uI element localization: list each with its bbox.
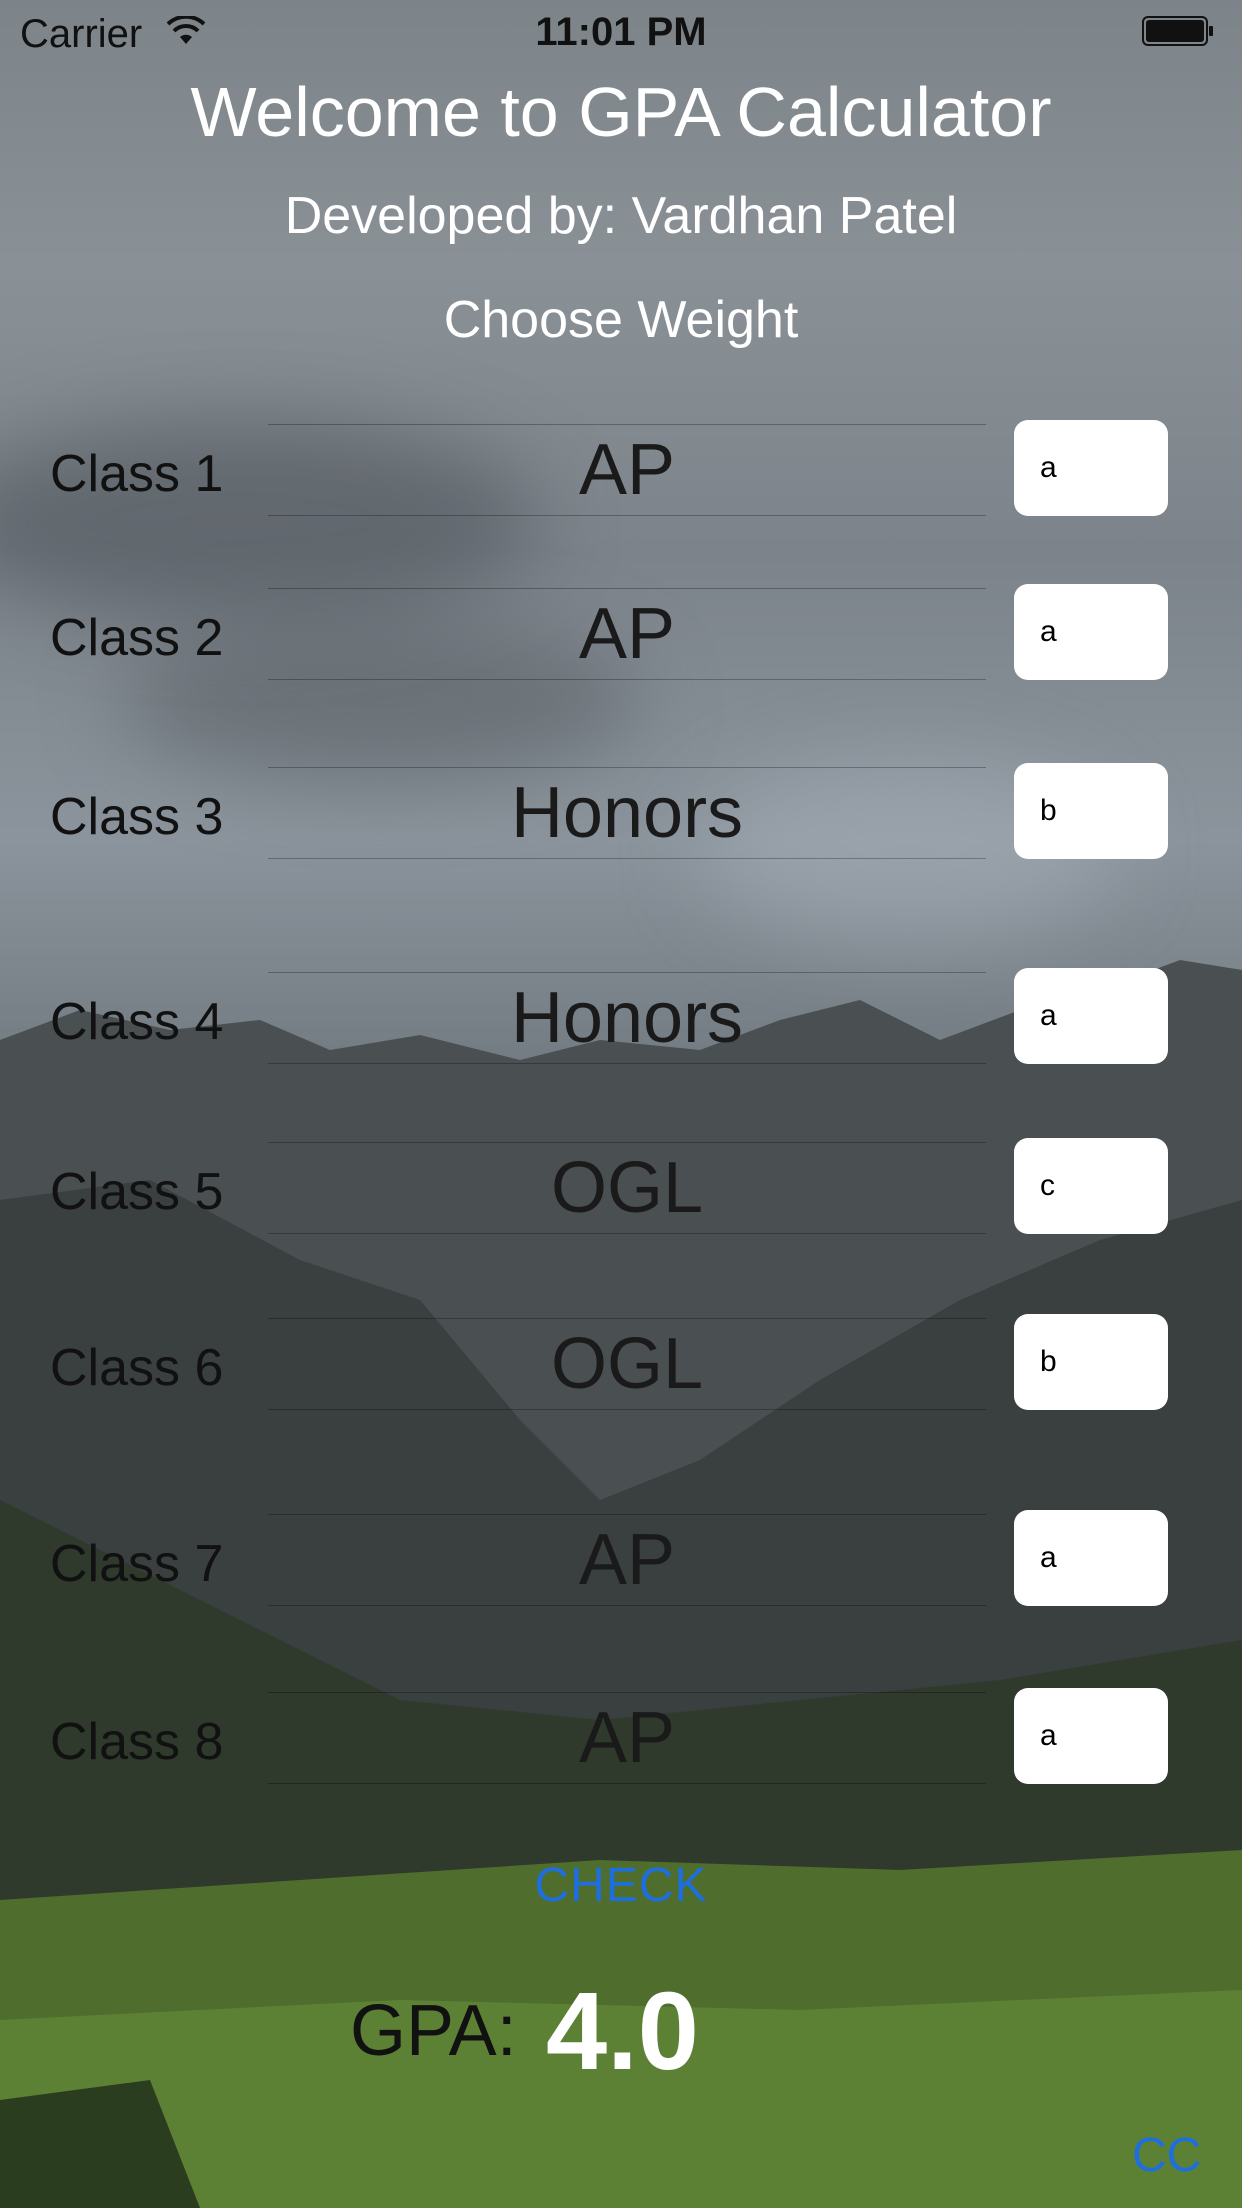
grade-value: c (1040, 1169, 1055, 1202)
status-time: 11:01 PM (535, 10, 707, 54)
weight-picker[interactable]: Honors (268, 767, 986, 859)
class-row-2: Class 2 AP a (0, 584, 1242, 688)
developer-credit: Developed by: Vardhan Patel (284, 187, 958, 245)
class-label: Class 2 (50, 609, 224, 667)
grade-input[interactable]: a (1014, 420, 1168, 516)
cc-button[interactable]: CC (1132, 2128, 1201, 2183)
weight-value: AP (578, 430, 676, 510)
grade-value: a (1040, 451, 1057, 484)
grade-input[interactable]: a (1014, 1510, 1168, 1606)
grade-input[interactable]: a (1014, 968, 1168, 1064)
weight-value: Honors (510, 773, 744, 853)
gpa-label: GPA: (350, 1991, 517, 2071)
grade-value: a (1040, 1719, 1057, 1752)
class-label: Class 6 (50, 1339, 224, 1397)
class-label: Class 5 (50, 1163, 224, 1221)
weight-picker[interactable]: OGL (268, 1318, 986, 1410)
class-row-5: Class 5 OGL c (0, 1138, 1242, 1242)
status-bar: Carrier 11:01 PM (0, 0, 1242, 66)
weight-picker[interactable]: OGL (268, 1142, 986, 1234)
class-label: Class 3 (50, 788, 224, 846)
app-title: Welcome to GPA Calculator (190, 73, 1052, 151)
class-label: Class 8 (50, 1713, 224, 1771)
grade-value: b (1040, 794, 1057, 827)
weight-picker[interactable]: AP (268, 1692, 986, 1784)
grade-value: a (1040, 999, 1057, 1032)
grade-value: a (1040, 615, 1057, 648)
class-label: Class 4 (50, 993, 224, 1051)
grade-value: b (1040, 1345, 1057, 1378)
class-row-1: Class 1 AP a (0, 420, 1242, 524)
gpa-value: 4.0 (546, 1970, 699, 2093)
class-row-4: Class 4 Honors a (0, 968, 1242, 1072)
grade-value: a (1040, 1541, 1057, 1574)
choose-weight-label: Choose Weight (443, 291, 799, 349)
grade-input[interactable]: a (1014, 1688, 1168, 1784)
grade-input[interactable]: b (1014, 1314, 1168, 1410)
battery-icon (1142, 16, 1213, 46)
class-row-7: Class 7 AP a (0, 1510, 1242, 1614)
weight-value: OGL (550, 1148, 704, 1228)
weight-value: Honors (510, 978, 744, 1058)
weight-picker[interactable]: AP (268, 588, 986, 680)
grade-input[interactable]: a (1014, 584, 1168, 680)
weight-picker[interactable]: AP (268, 424, 986, 516)
weight-value: AP (578, 1520, 676, 1600)
grade-input[interactable]: c (1014, 1138, 1168, 1234)
weight-picker[interactable]: AP (268, 1514, 986, 1606)
grade-input[interactable]: b (1014, 763, 1168, 859)
class-row-8: Class 8 AP a (0, 1688, 1242, 1792)
weight-picker[interactable]: Honors (268, 972, 986, 1064)
check-button[interactable]: CHECK (0, 1858, 1242, 1913)
weight-value: AP (578, 1698, 676, 1778)
weight-value: OGL (550, 1324, 704, 1404)
class-row-6: Class 6 OGL b (0, 1314, 1242, 1418)
class-row-3: Class 3 Honors b (0, 763, 1242, 867)
weight-value: AP (578, 594, 676, 674)
class-label: Class 1 (50, 445, 224, 503)
class-label: Class 7 (50, 1535, 224, 1593)
